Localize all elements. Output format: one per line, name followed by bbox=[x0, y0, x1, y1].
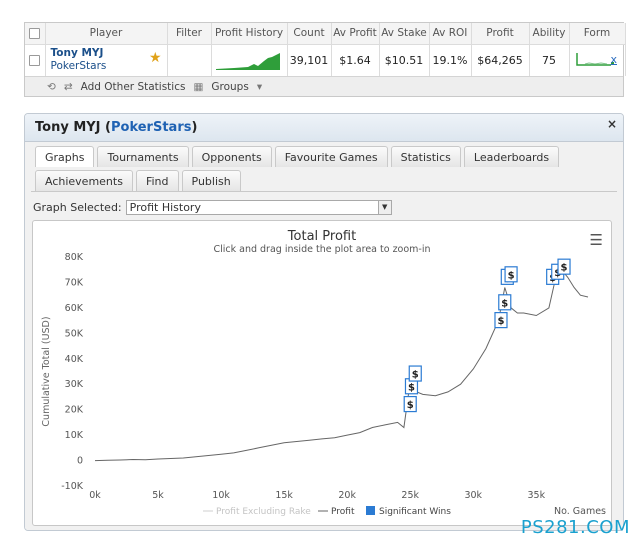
row-checkbox-cell[interactable] bbox=[25, 44, 46, 76]
panel-title: Tony MYJ (PokerStars) bbox=[35, 120, 198, 135]
tabs-row-2: Achievements Find Publish bbox=[35, 170, 617, 191]
panel-header: Tony MYJ (PokerStars) × bbox=[25, 114, 623, 142]
remove-row-link[interactable]: x bbox=[610, 53, 617, 66]
x-axis-label: No. Games bbox=[554, 506, 606, 517]
y-axis-label: Cumulative Total (USD) bbox=[41, 316, 52, 426]
legend-label-profit: Profit bbox=[331, 507, 355, 517]
y-tick-label: -10K bbox=[61, 481, 84, 492]
tab-divider bbox=[31, 191, 617, 192]
tabs-row-1: Graphs Tournaments Opponents Favourite G… bbox=[35, 146, 617, 167]
select-all-checkbox-cell[interactable] bbox=[25, 23, 46, 45]
tab-achievements[interactable]: Achievements bbox=[35, 170, 133, 191]
tab-opponents[interactable]: Opponents bbox=[191, 146, 272, 167]
star-icon[interactable]: ★ bbox=[149, 50, 162, 66]
tab-find[interactable]: Find bbox=[135, 170, 179, 191]
stats-footer-bar: ⟲ ⇄ Add Other Statistics ▦ Groups ▾ bbox=[25, 76, 623, 96]
x-tick-label: 10k bbox=[212, 490, 230, 501]
x-tick-label: 35k bbox=[527, 490, 545, 501]
panel-body: Graphs Tournaments Opponents Favourite G… bbox=[25, 142, 623, 530]
col-av-roi[interactable]: Av ROI bbox=[429, 23, 472, 45]
col-player[interactable]: Player bbox=[45, 23, 168, 45]
profit-history-sparkline-cell bbox=[211, 44, 288, 76]
y-tick-label: 50K bbox=[65, 328, 84, 339]
graph-select-row: Graph Selected: Profit History ▼ bbox=[33, 200, 617, 215]
y-tick-label: 80K bbox=[65, 252, 84, 263]
legend-label-significant-wins: Significant Wins bbox=[379, 507, 451, 517]
significant-win-marker-label: $ bbox=[408, 382, 415, 393]
watermark-text: PS281.COM bbox=[520, 517, 630, 538]
y-tick-label: 10K bbox=[65, 430, 84, 441]
refresh-icon[interactable]: ⟲ bbox=[47, 81, 56, 93]
col-profit[interactable]: Profit bbox=[471, 23, 530, 45]
player-detail-panel: Tony MYJ (PokerStars) × Graphs Tournamen… bbox=[24, 113, 624, 531]
x-tick-label: 20k bbox=[338, 490, 356, 501]
y-tick-label: 20K bbox=[65, 405, 84, 416]
y-tick-label: 40K bbox=[65, 354, 84, 365]
panel-title-site-link[interactable]: PokerStars bbox=[111, 120, 191, 135]
tab-publish[interactable]: Publish bbox=[181, 170, 241, 191]
graph-select-dropdown[interactable]: Profit History ▼ bbox=[125, 200, 392, 215]
select-all-checkbox[interactable] bbox=[29, 27, 41, 39]
x-tick-label: 30k bbox=[464, 490, 482, 501]
col-ability[interactable]: Ability bbox=[529, 23, 570, 45]
y-tick-label: 0 bbox=[77, 456, 83, 467]
y-tick-label: 30K bbox=[65, 379, 84, 390]
link-icon: ⇄ bbox=[63, 80, 73, 93]
col-count[interactable]: Count bbox=[287, 23, 332, 45]
profit-cell: $64,265 bbox=[471, 44, 530, 76]
tab-statistics[interactable]: Statistics bbox=[390, 146, 461, 167]
total-profit-chart[interactable]: Total Profit Click and drag inside the p… bbox=[32, 220, 612, 526]
col-av-stake[interactable]: Av Stake bbox=[379, 23, 430, 45]
col-filter[interactable]: Filter bbox=[167, 23, 212, 45]
table-row: Tony MYJ PokerStars ★ 39,101 $1.64 $10.5… bbox=[25, 44, 626, 76]
av-stake-cell: $10.51 bbox=[379, 44, 430, 76]
filter-cell bbox=[167, 44, 212, 76]
significant-win-marker-label: $ bbox=[498, 316, 505, 327]
tab-leaderboards[interactable]: Leaderboards bbox=[463, 146, 560, 167]
graph-selected-label: Graph Selected: bbox=[33, 201, 122, 214]
grid-icon: ▦ bbox=[193, 80, 204, 93]
graph-select-value: Profit History bbox=[129, 201, 201, 214]
close-icon[interactable]: × bbox=[607, 117, 617, 131]
stats-table: Player Filter Profit History Count Av Pr… bbox=[25, 23, 626, 76]
row-checkbox[interactable] bbox=[29, 55, 41, 67]
av-profit-cell: $1.64 bbox=[331, 44, 380, 76]
x-tick-label: 5k bbox=[152, 490, 164, 501]
col-form[interactable]: Form bbox=[569, 23, 626, 45]
tab-graphs[interactable]: Graphs bbox=[35, 146, 95, 167]
significant-win-marker-label: $ bbox=[407, 400, 414, 411]
significant-win-marker-label: $ bbox=[561, 263, 568, 274]
x-tick-label: 25k bbox=[401, 490, 419, 501]
player-stats-table: Player Filter Profit History Count Av Pr… bbox=[24, 22, 626, 97]
chevron-down-icon[interactable]: ▾ bbox=[257, 81, 262, 93]
col-profit-history[interactable]: Profit History bbox=[211, 23, 288, 45]
stats-header-row: Player Filter Profit History Count Av Pr… bbox=[25, 23, 626, 45]
ability-cell: 75 bbox=[529, 44, 570, 76]
significant-win-marker-label: $ bbox=[508, 270, 515, 281]
legend-label-excluding-rake: Profit Excluding Rake bbox=[216, 507, 311, 517]
y-tick-label: 60K bbox=[65, 303, 84, 314]
legend-swatch-significant-wins bbox=[366, 506, 375, 515]
significant-win-marker-label: $ bbox=[501, 298, 508, 309]
col-av-profit[interactable]: Av Profit bbox=[331, 23, 380, 45]
profit-series-line bbox=[94, 268, 589, 462]
significant-win-marker-label: $ bbox=[412, 370, 419, 381]
chevron-down-icon[interactable]: ▼ bbox=[377, 201, 391, 214]
tab-tournaments[interactable]: Tournaments bbox=[97, 146, 189, 167]
player-cell: Tony MYJ PokerStars ★ bbox=[45, 44, 168, 76]
count-cell: 39,101 bbox=[287, 44, 332, 76]
groups-dropdown[interactable]: Groups bbox=[211, 81, 248, 93]
x-tick-label: 0k bbox=[89, 490, 101, 501]
chart-plot-svg[interactable]: -10K 0 10K 20K 30K 40K 50K 60K 70K 80K 0k 5k 10k 15k 2… bbox=[33, 221, 613, 527]
add-other-statistics-button[interactable]: Add Other Statistics bbox=[81, 81, 186, 93]
profit-history-sparkline bbox=[216, 53, 280, 71]
av-roi-cell: 19.1% bbox=[429, 44, 472, 76]
tab-favourite-games[interactable]: Favourite Games bbox=[274, 146, 388, 167]
y-tick-label: 70K bbox=[65, 277, 84, 288]
x-tick-label: 15k bbox=[275, 490, 293, 501]
